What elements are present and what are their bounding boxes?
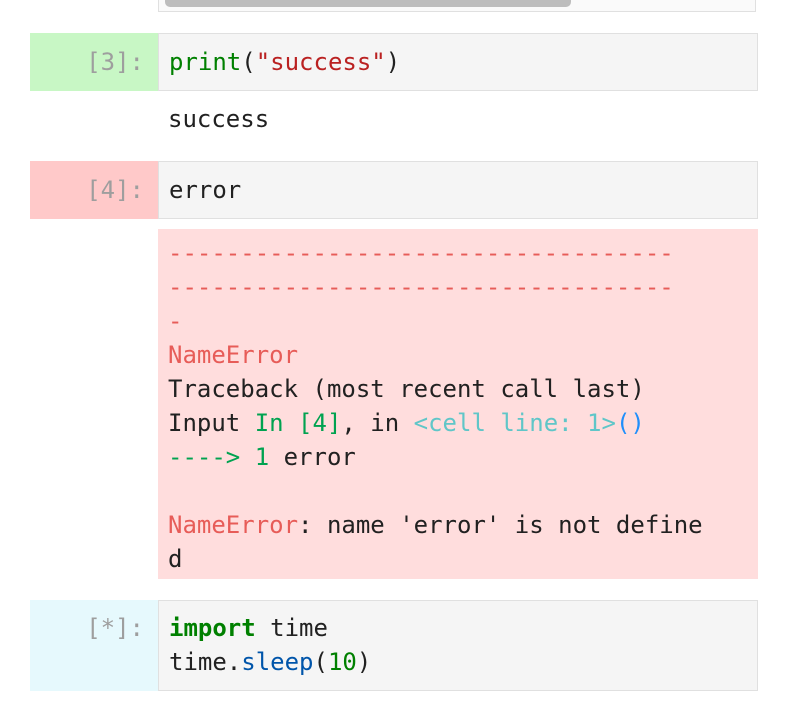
code-token-name: error	[169, 176, 242, 204]
cell-4-prompt: [4]:	[86, 176, 144, 204]
previous-cell-bottom	[158, 0, 756, 12]
traceback-input-ref: In [4]	[254, 409, 342, 437]
traceback-dash-line: -----------------------------------	[168, 239, 674, 267]
horizontal-scrollbar[interactable]	[165, 0, 571, 7]
cell-running-input[interactable]: import time time.sleep(10)	[158, 600, 758, 691]
code-token-keyword: import	[169, 614, 256, 642]
cell-3-prompt: [3]:	[86, 48, 144, 76]
traceback-line-number: 1	[254, 443, 270, 471]
final-error-message: : name 'error' is not define	[298, 511, 703, 539]
code-token-string: "success"	[255, 48, 386, 76]
cell-running-prompt: [*]:	[86, 614, 144, 642]
code-token-number: 10	[327, 648, 357, 676]
cell-4-error-output: ----------------------------------- ----…	[158, 229, 758, 579]
cell-4-prompt-area[interactable]: [4]:	[30, 161, 158, 219]
traceback-line-code: error	[283, 443, 356, 471]
cell-3-output-text: success	[168, 105, 270, 133]
final-error-name: NameError	[168, 511, 299, 539]
traceback-cell-ref: <cell line: 1>	[413, 409, 616, 437]
traceback-dash-line: -----------------------------------	[168, 273, 674, 301]
traceback-dash-line: -	[168, 307, 183, 335]
code-token-method: sleep	[241, 648, 314, 676]
traceback-arrow: ---->	[168, 443, 241, 471]
cell-3-prompt-area[interactable]: [3]:	[30, 33, 158, 91]
traceback-header: Traceback (most recent call last)	[168, 375, 645, 403]
error-name: NameError	[168, 341, 299, 369]
cell-running-prompt-area[interactable]: [*]:	[30, 600, 158, 691]
cell-3-output: success	[158, 102, 758, 138]
cell-3-input[interactable]: print("success")	[158, 33, 758, 91]
cell-4-input[interactable]: error	[158, 161, 758, 219]
code-token-fn: print	[169, 48, 242, 76]
